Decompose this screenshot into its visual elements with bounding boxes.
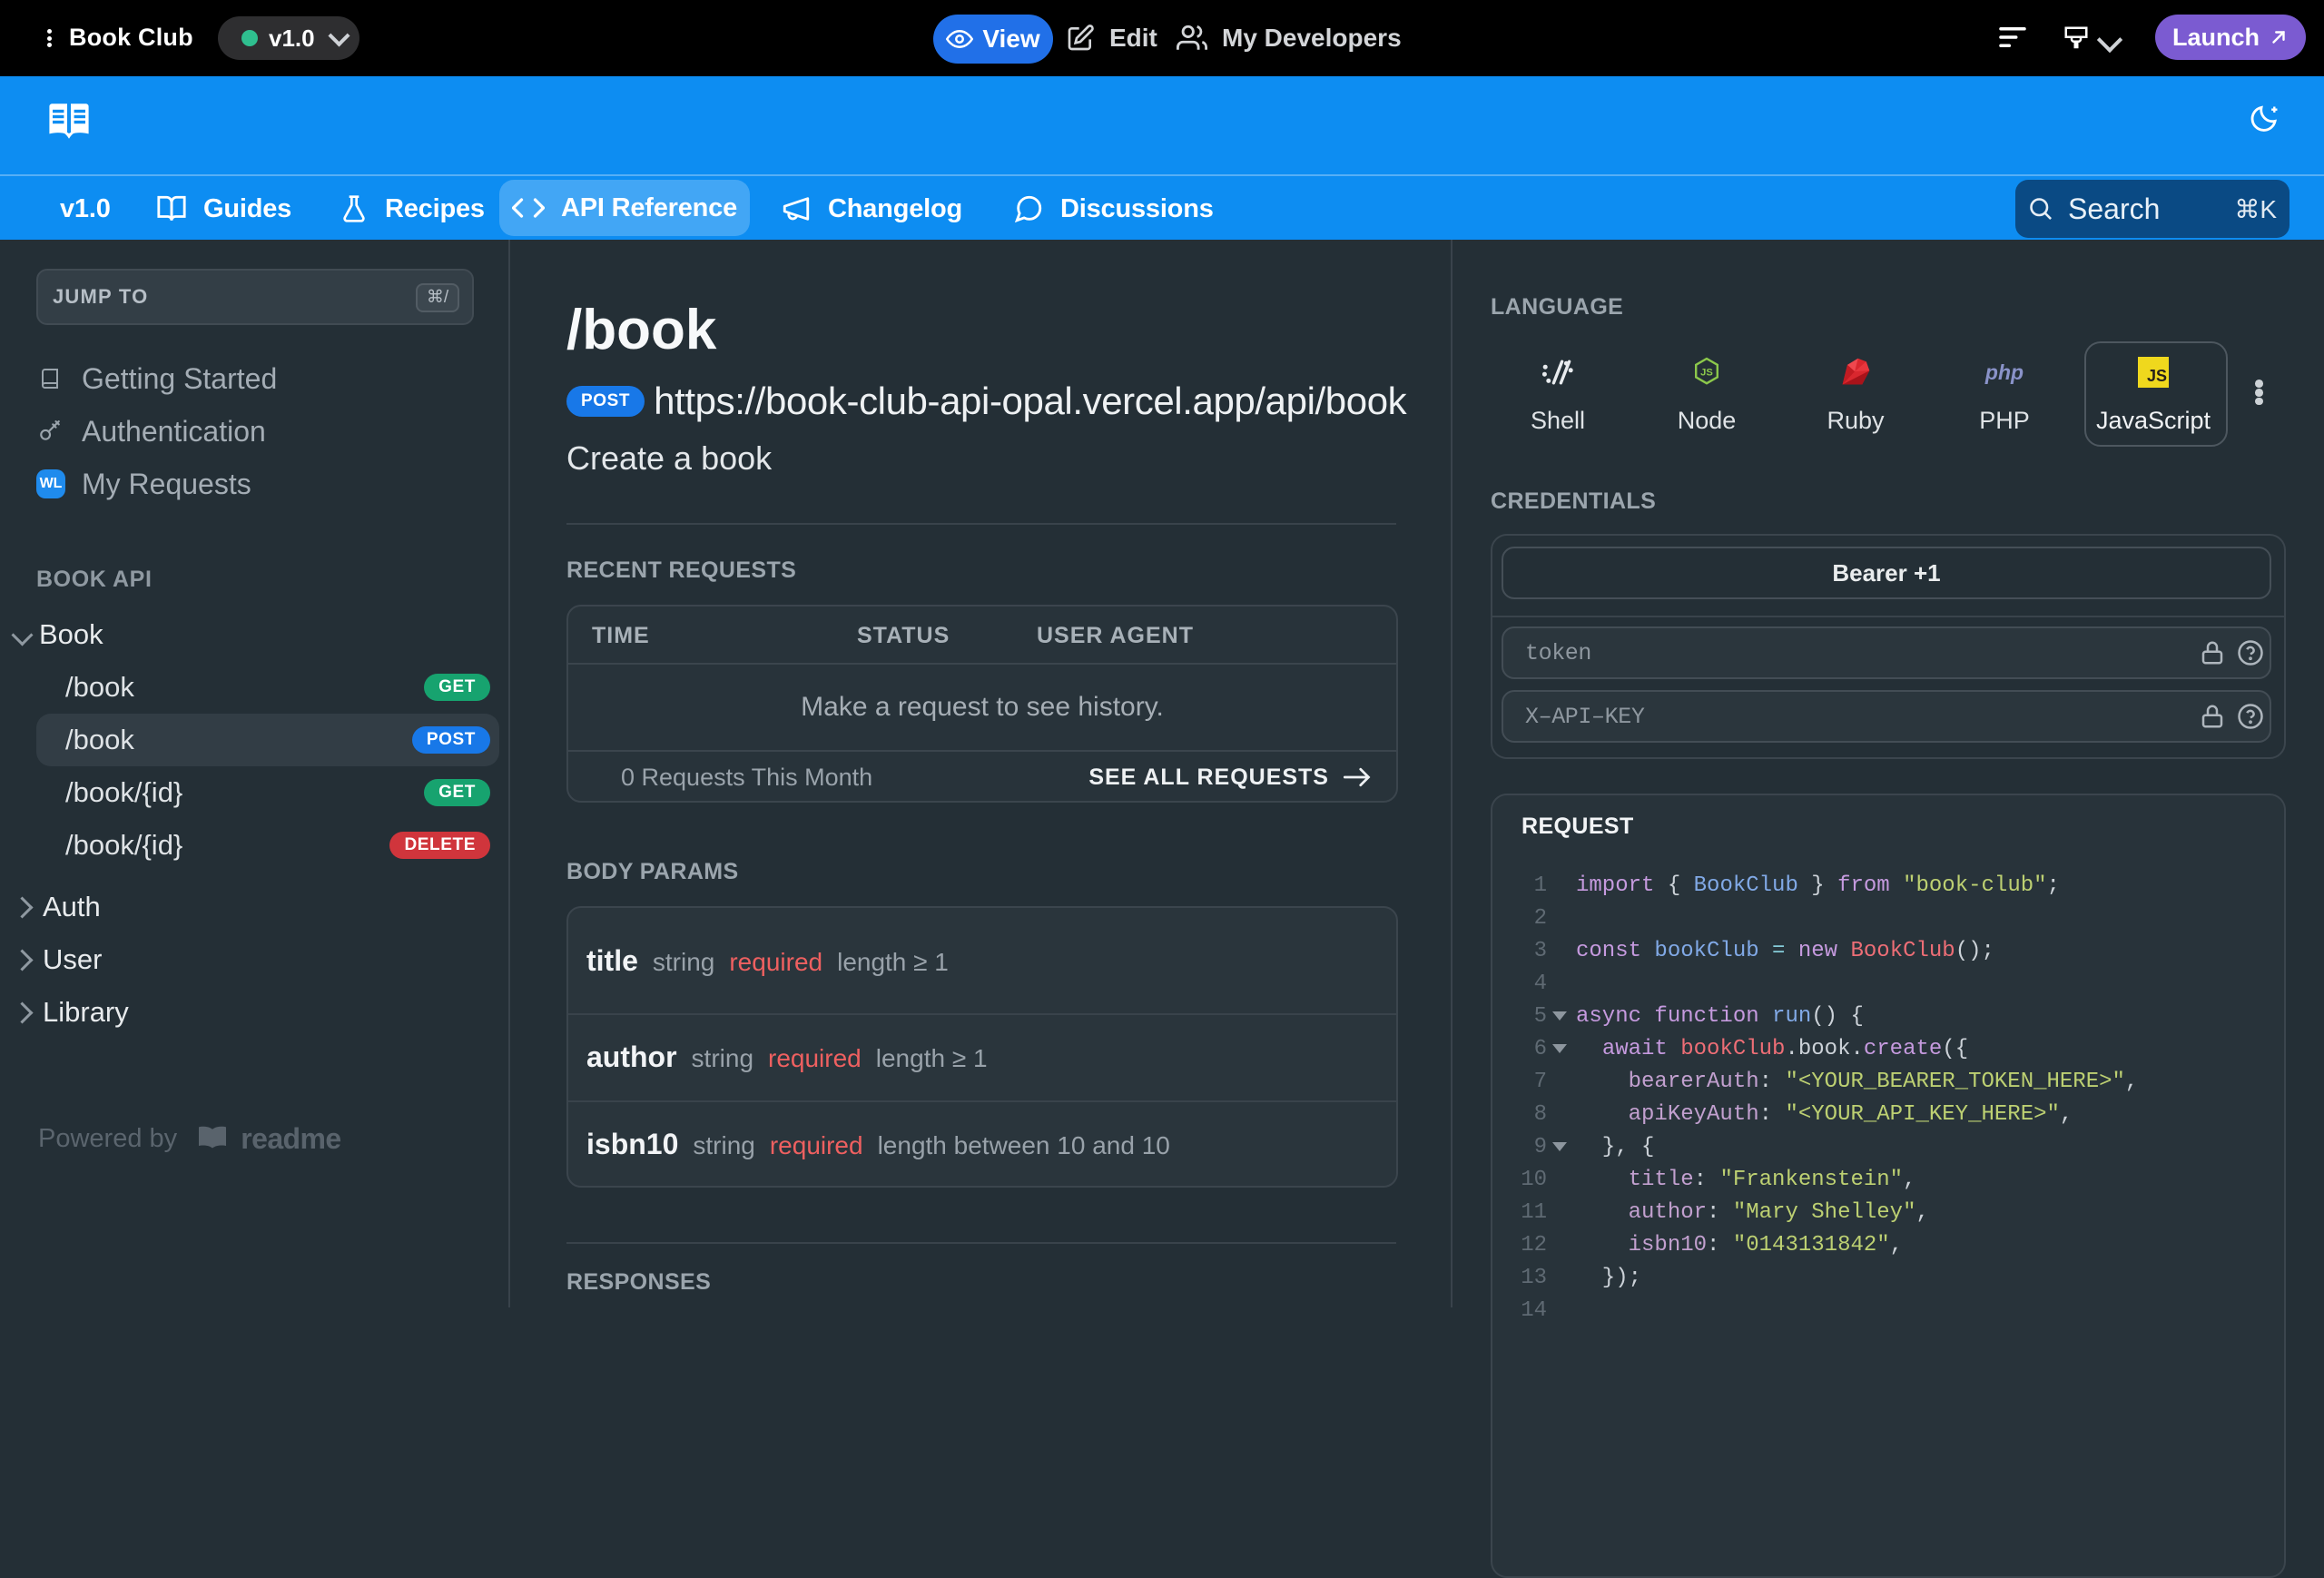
svg-text:JS: JS	[1700, 367, 1713, 378]
